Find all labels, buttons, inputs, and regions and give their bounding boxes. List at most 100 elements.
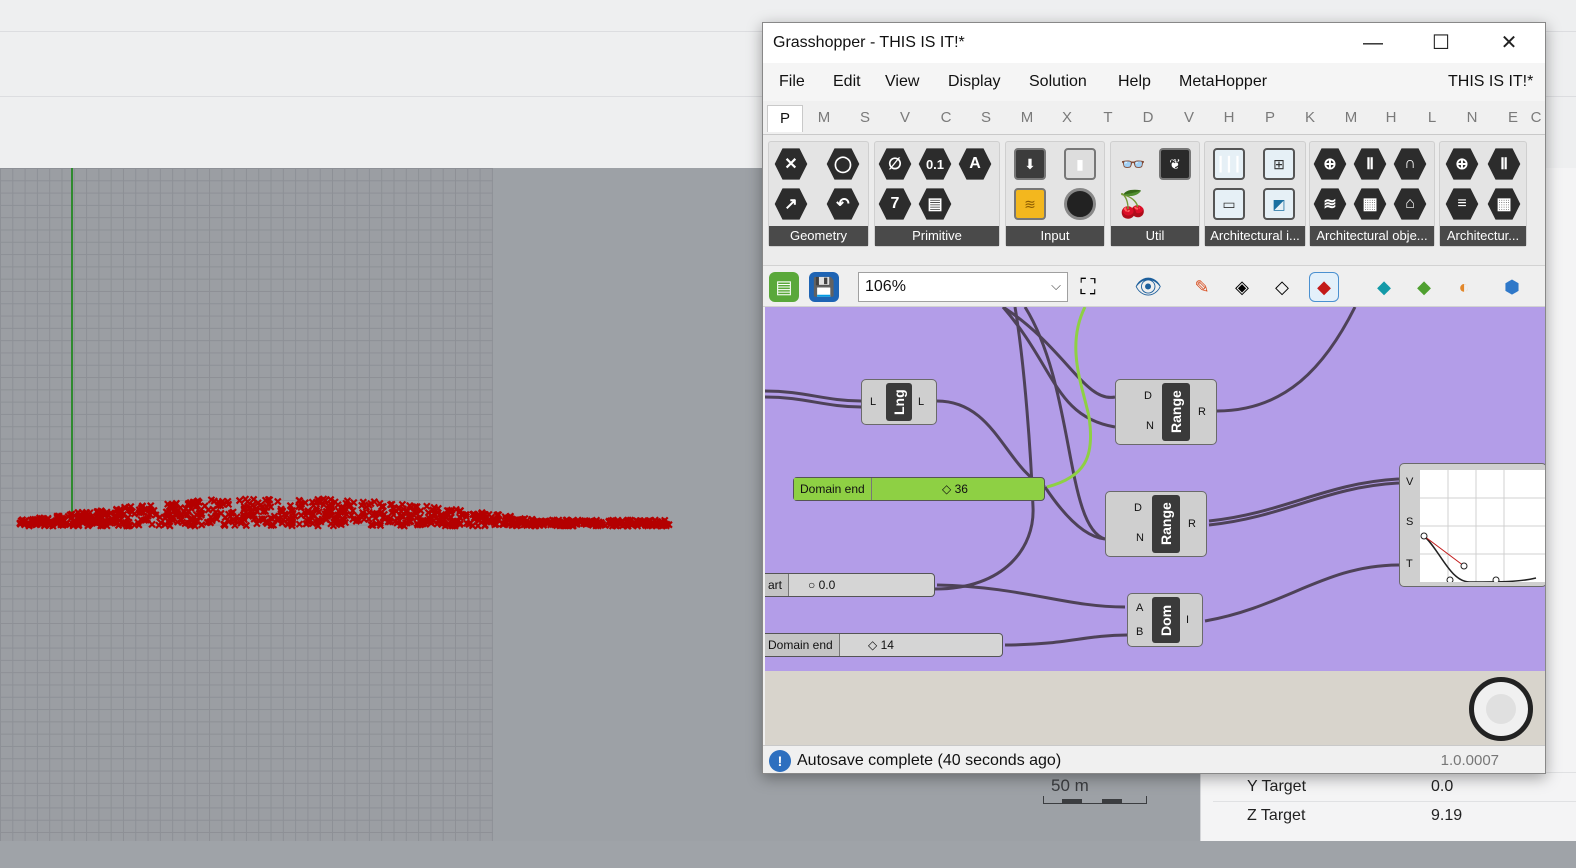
tab-intersect[interactable]: X [1058,109,1076,126]
domain-start-slider[interactable]: art ○ 0.0 [765,573,935,597]
tab-p[interactable]: P [1261,109,1279,126]
boolean-param-icon[interactable]: ∅ [877,146,913,182]
tab-maths[interactable]: M [815,109,833,126]
tab-surface[interactable]: S [977,109,995,126]
tab-mesh[interactable]: M [1018,109,1036,126]
menu-edit[interactable]: Edit [833,73,861,91]
panel-icon[interactable]: ▭ [1211,186,1247,222]
property-value[interactable]: 0.0 [1431,778,1453,796]
group-label[interactable]: Input [1006,226,1104,246]
tab-curve[interactable]: C [937,109,955,126]
menu-solution[interactable]: Solution [1029,73,1087,91]
plane-icon[interactable]: ◩ [1261,186,1297,222]
target-icon[interactable]: ⊕ [1312,146,1348,182]
save-file-icon[interactable]: 💾 [809,272,839,302]
geometry-icon[interactable]: ✕ [773,146,809,182]
arch-grid-icon[interactable]: ▦ [1486,186,1522,222]
maximize-button[interactable]: ☐ [1419,29,1463,57]
navigation-wheel-icon[interactable] [1469,677,1533,741]
circle-param-icon[interactable]: ◯ [825,146,861,182]
property-row-y-target[interactable]: Y Target 0.0 [1213,772,1576,801]
stair-object-icon[interactable]: ⌂ [1392,186,1428,222]
open-file-icon[interactable]: ▤ [769,272,799,302]
grid-icon[interactable]: ⊞ [1261,146,1297,182]
tab-vector[interactable]: V [896,109,914,126]
curve-param-icon[interactable]: ↶ [825,186,861,222]
group-label[interactable]: Primitive [875,226,999,246]
zoom-extents-icon[interactable]: ⛶ [1073,272,1103,302]
tree-icon[interactable]: ❦ [1157,146,1193,182]
range-component-2[interactable]: D N Range R [1105,491,1207,557]
group-label[interactable]: Geometry [769,226,868,246]
group-label[interactable]: Architectural i... [1205,226,1305,246]
shape-display-icon[interactable]: ⬢ [1497,272,1527,302]
arch-target-icon[interactable]: ⊕ [1444,146,1480,182]
toggle-icon[interactable]: ▮ [1062,146,1098,182]
domain-end-slider-14[interactable]: Domain end ◇ 14 [765,633,1003,657]
file-path-icon[interactable]: ▤ [917,186,953,222]
tab-h[interactable]: H [1220,109,1238,126]
selected-preview-icon[interactable]: ◆ [1309,272,1339,302]
cherry-icon[interactable]: 🍒 [1115,186,1151,222]
menu-file[interactable]: File [779,73,805,91]
preview-eye-icon[interactable]: 👁 [1133,272,1163,302]
download-icon[interactable]: ⬇ [1012,146,1048,182]
tab-display[interactable]: D [1139,109,1157,126]
arch-column-icon[interactable]: Ⅱ [1486,146,1522,182]
slider-label: Domain end [765,634,840,656]
close-button[interactable]: ✕ [1487,29,1531,57]
tab-sets[interactable]: S [856,109,874,126]
glasses-icon[interactable]: 👓 [1115,146,1151,182]
domain-end-slider-36[interactable]: Domain end ◇ 36 [793,477,1045,501]
columns-icon[interactable]: ┃┃┃ [1211,146,1247,182]
property-value[interactable]: 9.19 [1431,807,1462,825]
title-bar[interactable]: Grasshopper - THIS IS IT!* — ☐ ✕ [763,23,1545,63]
group-label[interactable]: Architectur... [1440,226,1526,246]
wireframe-preview-icon[interactable]: ◈ [1227,272,1257,302]
menu-view[interactable]: View [885,73,919,91]
tab-m[interactable]: M [1342,109,1360,126]
tab-l[interactable]: L [1423,109,1441,126]
tab-params[interactable]: P [767,105,803,132]
tab-v[interactable]: V [1180,109,1198,126]
tab-k[interactable]: K [1301,109,1319,126]
canvas-lower-area[interactable] [765,671,1545,745]
text-param-icon[interactable]: A [957,146,993,182]
menu-help[interactable]: Help [1118,73,1151,91]
tab-e[interactable]: E [1504,109,1522,126]
menu-display[interactable]: Display [948,73,1000,91]
shaded-preview-icon[interactable]: ◇ [1267,272,1297,302]
group-label[interactable]: Util [1111,226,1199,246]
color-display-icon[interactable]: ◐ [1449,272,1479,302]
tab-h2[interactable]: H [1382,109,1400,126]
property-row-z-target[interactable]: Z Target 9.19 [1213,801,1576,830]
tab-n[interactable]: N [1463,109,1481,126]
tab-c[interactable]: C [1527,109,1545,126]
bake-icon[interactable]: ◆ [1369,272,1399,302]
arch-layers-icon[interactable]: ≡ [1444,186,1480,222]
grasshopper-canvas[interactable]: L Lng L D N Range R D N Range R A B Dom … [765,307,1545,671]
graph-mapper-component[interactable]: V S T [1399,463,1545,587]
range-component[interactable]: D N Range R [1115,379,1217,445]
length-component[interactable]: L Lng L [861,379,937,425]
mesh-quality-icon[interactable]: ◆ [1409,272,1439,302]
graph-mapper-icon[interactable]: ≋ [1012,186,1048,222]
sketch-pen-icon[interactable]: ✎ [1187,272,1217,302]
group-label[interactable]: Architectural obje... [1310,226,1434,246]
number-param-icon[interactable]: 0.1 [917,146,953,182]
column-object-icon[interactable]: Ⅱ [1352,146,1388,182]
graph-plot [1420,470,1545,582]
zoom-level-select[interactable]: 106% ⌵ [858,272,1068,302]
component-core: Lng [886,383,912,421]
integer-param-icon[interactable]: 7 [877,186,913,222]
wall-object-icon[interactable]: ∩ [1392,146,1428,182]
minimize-button[interactable]: — [1351,29,1395,57]
slab-object-icon[interactable]: ≋ [1312,186,1348,222]
roof-object-icon[interactable]: ▦ [1352,186,1388,222]
output-label: I [1186,614,1190,626]
tab-transform[interactable]: T [1099,109,1117,126]
button-icon[interactable] [1062,186,1098,222]
vector-param-icon[interactable]: ↗ [773,186,809,222]
domain-component[interactable]: A B Dom I [1127,593,1203,647]
menu-metahopper[interactable]: MetaHopper [1179,73,1267,91]
